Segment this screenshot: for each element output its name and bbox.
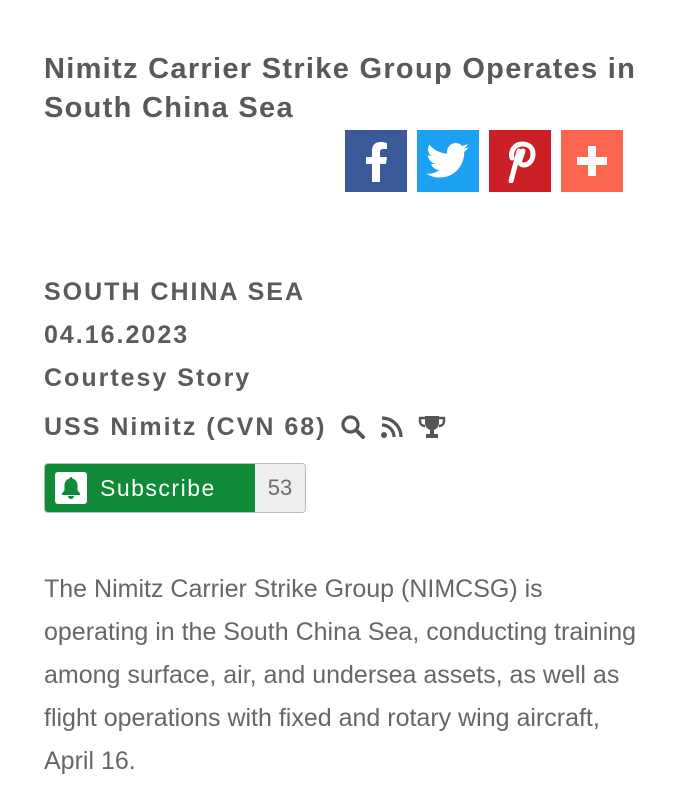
subscribe-label: Subscribe <box>100 474 216 501</box>
pinterest-share-button[interactable] <box>489 130 551 192</box>
subscribe-widget: Subscribe 53 <box>44 463 306 513</box>
article-date: 04.16.2023 <box>44 321 190 349</box>
article-unit-name: USS Nimitz (CVN 68) <box>44 412 327 441</box>
rss-icon[interactable] <box>380 415 404 439</box>
subscribe-button[interactable]: Subscribe <box>45 464 255 512</box>
trophy-icon[interactable] <box>418 414 446 440</box>
facebook-icon <box>363 140 389 182</box>
more-share-button[interactable] <box>561 130 623 192</box>
article-meta: SOUTH CHINA SEA 04.16.2023 Courtesy Stor… <box>44 276 446 448</box>
article-story-type: Courtesy Story <box>44 364 252 392</box>
unit-icons <box>340 414 446 440</box>
article-location: SOUTH CHINA SEA <box>44 278 306 306</box>
pinterest-icon <box>503 139 537 183</box>
twitter-share-button[interactable] <box>417 130 479 192</box>
bell-icon <box>55 472 87 504</box>
article-title: Nimitz Carrier Strike Group Operates in … <box>44 53 637 124</box>
article-unit-row: USS Nimitz (CVN 68) <box>44 405 446 448</box>
article-body: The Nimitz Carrier Strike Group (NIMCSG)… <box>44 575 637 775</box>
facebook-share-button[interactable] <box>345 130 407 192</box>
search-icon[interactable] <box>340 414 366 440</box>
twitter-icon <box>426 143 470 179</box>
subscriber-count: 53 <box>255 464 305 512</box>
share-buttons <box>345 130 623 192</box>
plus-icon <box>575 144 609 178</box>
